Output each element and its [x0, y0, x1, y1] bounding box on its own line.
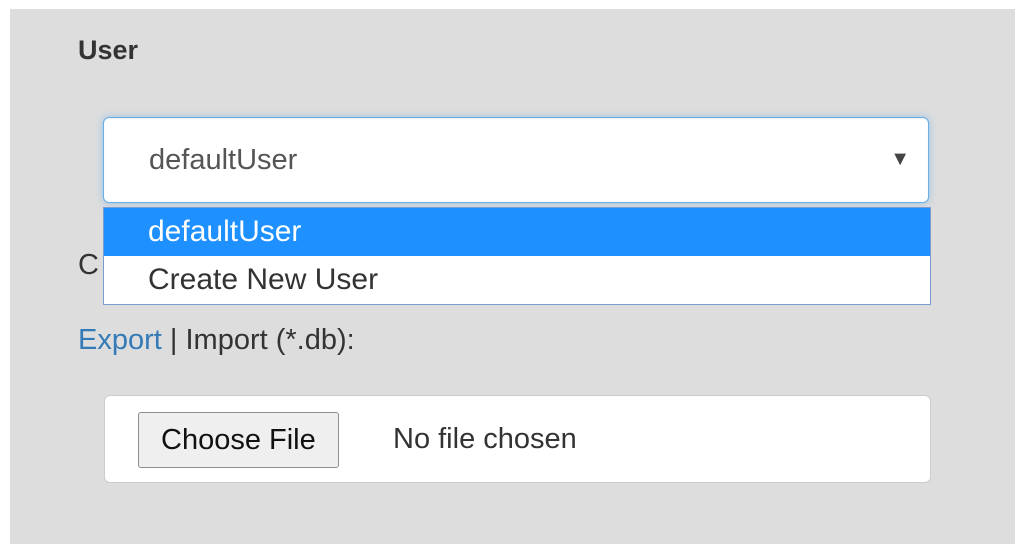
file-status-text: No file chosen	[393, 423, 577, 455]
user-select-dropdown[interactable]: defaultUser Create New User	[103, 207, 931, 305]
obscured-label: C	[78, 249, 99, 281]
choose-file-button[interactable]: Choose File	[138, 412, 339, 468]
user-settings-panel: User defaultUser ▼ C defaultUser Create …	[10, 9, 1015, 544]
user-select-value: defaultUser	[149, 144, 298, 176]
user-select[interactable]: defaultUser ▼	[103, 117, 929, 203]
export-link[interactable]: Export	[78, 324, 162, 356]
section-title: User	[78, 35, 139, 65]
option-create-new-user[interactable]: Create New User	[104, 256, 930, 304]
import-label: Import (*.db):	[185, 324, 355, 356]
option-default-user[interactable]: defaultUser	[104, 208, 930, 256]
file-input: Choose File No file chosen	[104, 395, 931, 483]
separator: |	[161, 324, 186, 356]
chevron-down-icon[interactable]: ▼	[890, 148, 910, 171]
export-import-row: Export | Import (*.db):	[78, 324, 355, 357]
